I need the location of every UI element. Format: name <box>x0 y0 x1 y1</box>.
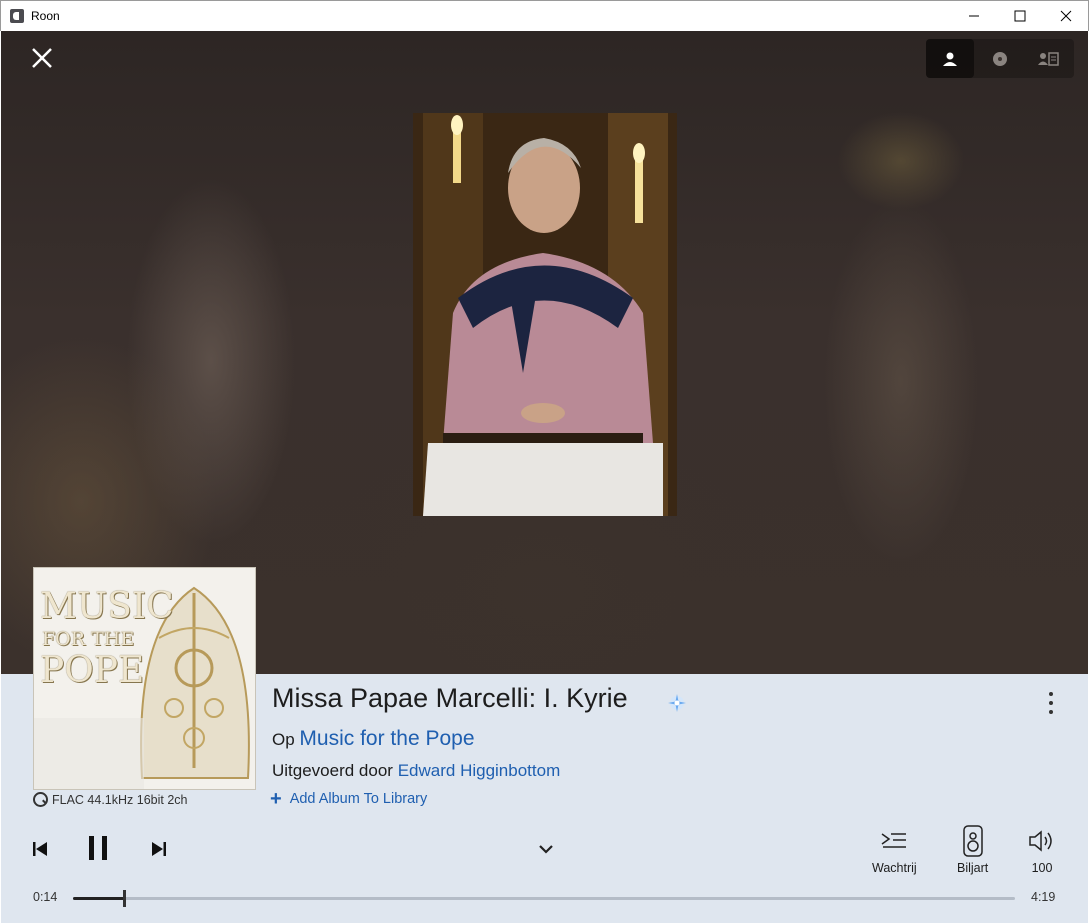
total-time: 4:19 <box>1031 890 1056 904</box>
window-titlebar: Roon <box>0 0 1089 31</box>
window-close-button[interactable] <box>1043 1 1089 31</box>
speaker-icon <box>962 825 984 857</box>
credits-icon <box>1038 51 1059 66</box>
artist-photo <box>413 113 677 516</box>
chevron-down-icon <box>539 845 553 854</box>
performer-prefix: Uitgevoerd door <box>272 761 393 780</box>
tab-artist[interactable] <box>926 39 974 78</box>
pause-button[interactable] <box>85 833 111 863</box>
minimize-button[interactable] <box>951 1 997 31</box>
close-icon <box>32 48 52 68</box>
album-prefix: Op <box>272 730 295 749</box>
sparkle-icon <box>667 693 687 713</box>
format-text: FLAC 44.1kHz 16bit 2ch <box>52 792 188 807</box>
seek-bar[interactable] <box>73 890 1015 907</box>
plus-icon: + <box>270 788 282 810</box>
more-options-button[interactable] <box>1040 690 1062 716</box>
volume-level: 100 <box>1031 861 1053 875</box>
elapsed-time: 0:14 <box>33 890 58 904</box>
window-title: Roon <box>31 9 60 23</box>
minimize-icon <box>969 15 979 17</box>
zone-label: Biljart <box>957 861 989 875</box>
add-album-to-library-button[interactable]: + Add Album To Library <box>270 788 428 810</box>
queue-button[interactable]: Wachtrij <box>872 825 917 875</box>
view-switcher <box>926 39 1074 78</box>
skip-forward-icon <box>152 842 166 856</box>
collapse-button[interactable] <box>535 838 557 860</box>
skip-back-icon <box>33 842 47 856</box>
album-line: Op Music for the Pope <box>272 727 475 751</box>
tab-credits[interactable] <box>1025 39 1073 78</box>
tab-album[interactable] <box>976 39 1024 78</box>
volume-icon <box>1028 825 1056 857</box>
previous-track-button[interactable] <box>29 838 51 860</box>
album-art-title-line3: POPE <box>40 650 145 691</box>
quality-icon <box>33 792 48 807</box>
album-cover[interactable]: MUSIC FOR THE POPE <box>33 567 256 790</box>
maximize-icon <box>1014 10 1026 22</box>
close-now-playing-button[interactable] <box>30 46 54 70</box>
roon-app-icon <box>10 9 24 23</box>
album-link[interactable]: Music for the Pope <box>299 727 474 750</box>
signal-path-info[interactable]: FLAC 44.1kHz 16bit 2ch <box>33 792 188 807</box>
maximize-button[interactable] <box>997 1 1043 31</box>
disc-icon <box>993 51 1007 66</box>
album-art-title-line1: MUSIC <box>40 586 174 627</box>
track-title[interactable]: Missa Papae Marcelli: I. Kyrie <box>272 683 628 714</box>
queue-label: Wachtrij <box>872 861 917 875</box>
person-icon <box>943 52 957 66</box>
seek-handle[interactable] <box>122 890 126 907</box>
close-icon <box>1060 10 1072 22</box>
volume-button[interactable]: 100 <box>1028 825 1056 875</box>
album-art-title-line2: FOR THE <box>42 628 135 650</box>
zone-button[interactable]: Biljart <box>957 825 988 875</box>
add-album-label: Add Album To Library <box>289 791 428 807</box>
next-track-button[interactable] <box>148 838 170 860</box>
artist-link[interactable]: Edward Higginbottom <box>398 761 561 780</box>
pause-icon <box>89 836 107 860</box>
performer-line: Uitgevoerd door Edward Higginbottom <box>272 761 560 781</box>
seek-progress <box>73 897 124 900</box>
queue-icon <box>881 825 907 857</box>
